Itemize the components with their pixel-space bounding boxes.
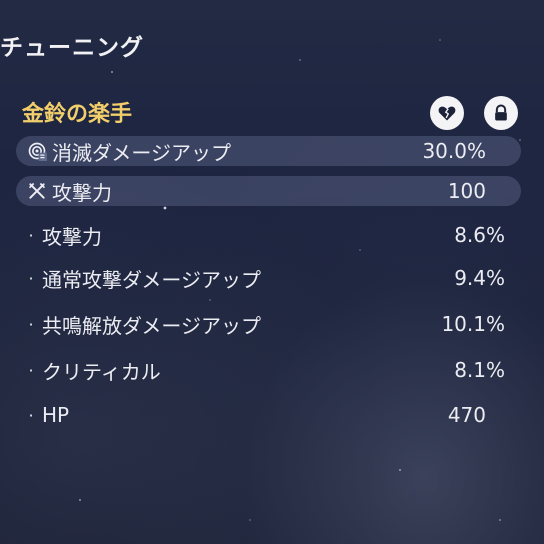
sub-stat-value: 8.1% (454, 358, 505, 382)
main-stat-value: 30.0% (422, 139, 486, 163)
sub-stat-row: · クリティカル 8.1% (16, 355, 521, 385)
sub-stat-row: · 攻撃力 8.6% (16, 220, 521, 250)
sub-stat-label: 攻撃力 (42, 224, 102, 249)
bullet-icon: · (28, 405, 34, 425)
sub-stat-value: 10.1% (441, 312, 505, 336)
sub-stat-row: · 共鳴解放ダメージアップ 10.1% (16, 309, 521, 339)
bullet-icon: · (28, 360, 34, 380)
sub-stat-value: 8.6% (454, 223, 505, 247)
bullet-icon: · (28, 225, 34, 245)
main-stat-row: 攻撃力 100 (16, 176, 521, 206)
favorite-button[interactable] (430, 96, 464, 130)
bullet-icon: · (28, 314, 34, 334)
sub-stat-row: · HP 470 (16, 400, 521, 430)
main-stat-row: 消滅ダメージアップ 30.0% (16, 136, 521, 166)
sub-stat-value: 470 (447, 403, 486, 427)
bullet-icon: · (28, 268, 34, 288)
crossed-swords-icon (26, 180, 48, 202)
sub-stat-value: 9.4% (454, 266, 505, 290)
sub-stat-row: · 通常攻撃ダメージアップ 9.4% (16, 263, 521, 293)
lock-icon (495, 104, 507, 121)
echo-name: 金鈴の楽手 (22, 102, 133, 127)
lock-button[interactable] (484, 96, 518, 130)
sub-stat-label: クリティカル (42, 359, 161, 384)
sub-stat-label: 通常攻撃ダメージアップ (42, 267, 261, 292)
main-stat-value: 100 (447, 179, 486, 203)
page-title: チューニング (0, 35, 144, 61)
broken-heart-icon (438, 106, 456, 121)
damage-swirl-icon (26, 140, 48, 162)
